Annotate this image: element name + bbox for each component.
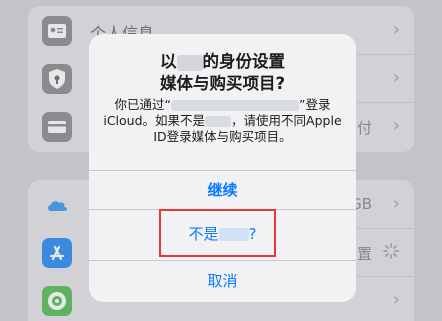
redacted-email: [171, 100, 299, 111]
alert-title-line2: 媒体与购买项目?: [159, 74, 286, 93]
highlight-box: [159, 209, 276, 257]
alert-message-prefix: 你已通过“: [114, 97, 171, 112]
alert-title-prefix: 以: [160, 52, 177, 71]
continue-button[interactable]: 继续: [89, 171, 356, 209]
alert-message: 你已通过“ ”登录iCloud。如果不是 ，请使用不同Apple ID登录媒体与购买…: [99, 97, 346, 145]
redacted-name: [205, 116, 232, 127]
alert-title: 以 的身份设置 媒体与购买项目?: [89, 51, 356, 95]
alert-dialog: 以 的身份设置 媒体与购买项目? 你已通过“ ”登录iCloud。如果不是 ，请使用不…: [89, 34, 356, 302]
cancel-button[interactable]: 取消: [89, 260, 356, 302]
redacted-name: [176, 54, 203, 71]
alert-title-suffix: 的身份设置: [202, 52, 286, 71]
